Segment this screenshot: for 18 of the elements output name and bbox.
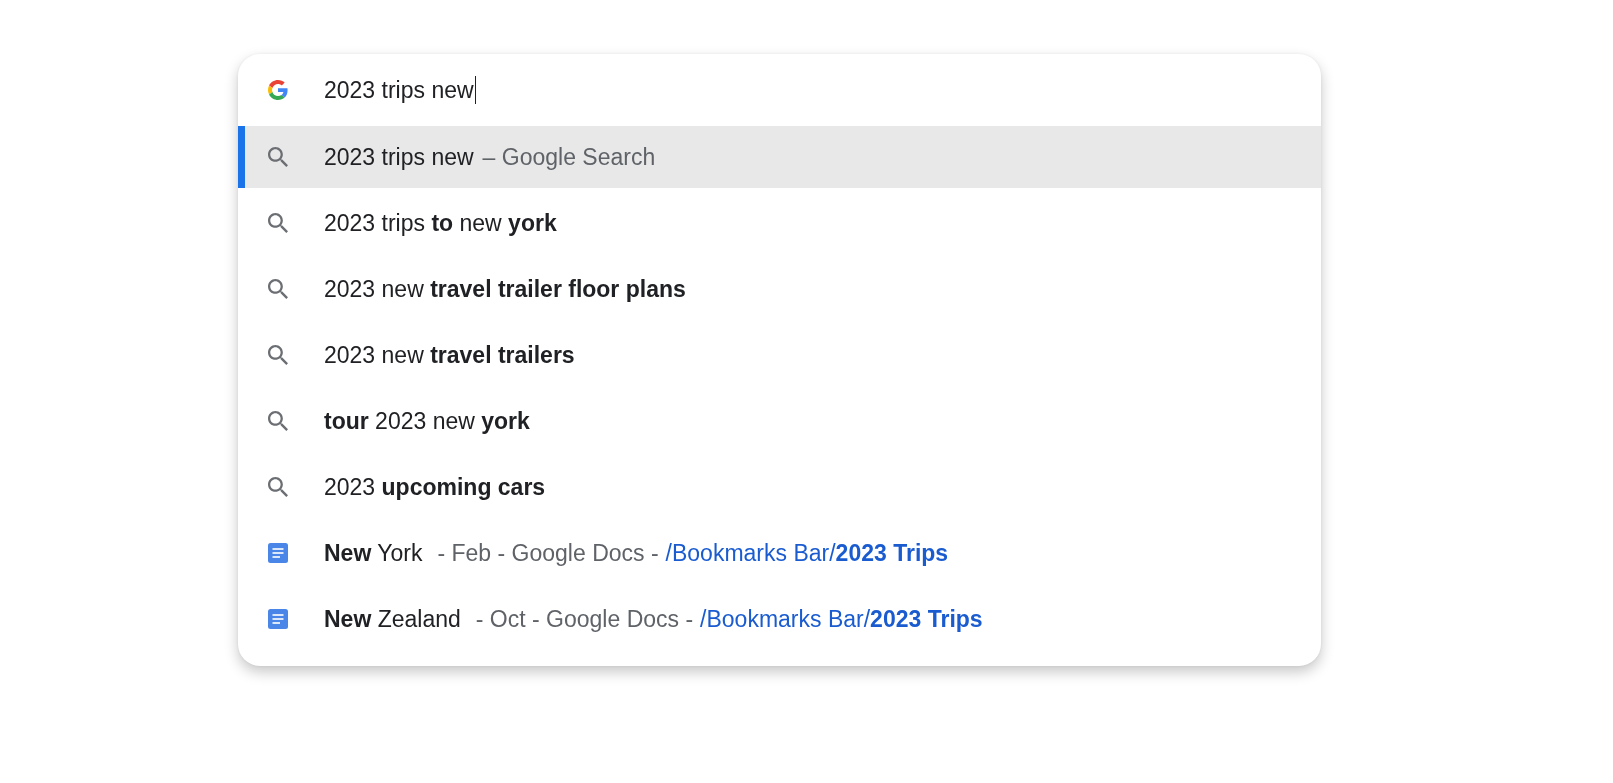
suggestion-item[interactable]: tour 2023 new york	[238, 390, 1321, 452]
search-icon	[268, 147, 288, 167]
suggestion-item[interactable]: 2023 trips new – Google Search	[238, 126, 1321, 188]
search-icon	[268, 345, 288, 365]
search-icon	[268, 279, 288, 299]
suggestion-item[interactable]: 2023 new travel trailers	[238, 324, 1321, 386]
g-logo-icon	[268, 80, 288, 100]
suggestion-item[interactable]: 2023 trips to new york	[238, 192, 1321, 254]
suggestion-item[interactable]: 2023 upcoming cars	[238, 456, 1321, 518]
suggestion-item[interactable]: New Zealand - Oct - Google Docs - /Bookmarks Bar/2023 Trips	[238, 588, 1321, 650]
search-field[interactable]: 2023 trips new	[324, 76, 477, 104]
search-icon	[268, 213, 288, 233]
suggestion-item[interactable]: New York - Feb - Google Docs - /Bookmarks Bar/2023 Trips	[238, 522, 1321, 584]
suggestion-item[interactable]: 2023 new travel trailer floor plans	[238, 258, 1321, 320]
document-icon	[268, 609, 288, 629]
search-icon	[268, 411, 288, 431]
document-icon	[268, 543, 288, 563]
search-icon	[268, 477, 288, 497]
